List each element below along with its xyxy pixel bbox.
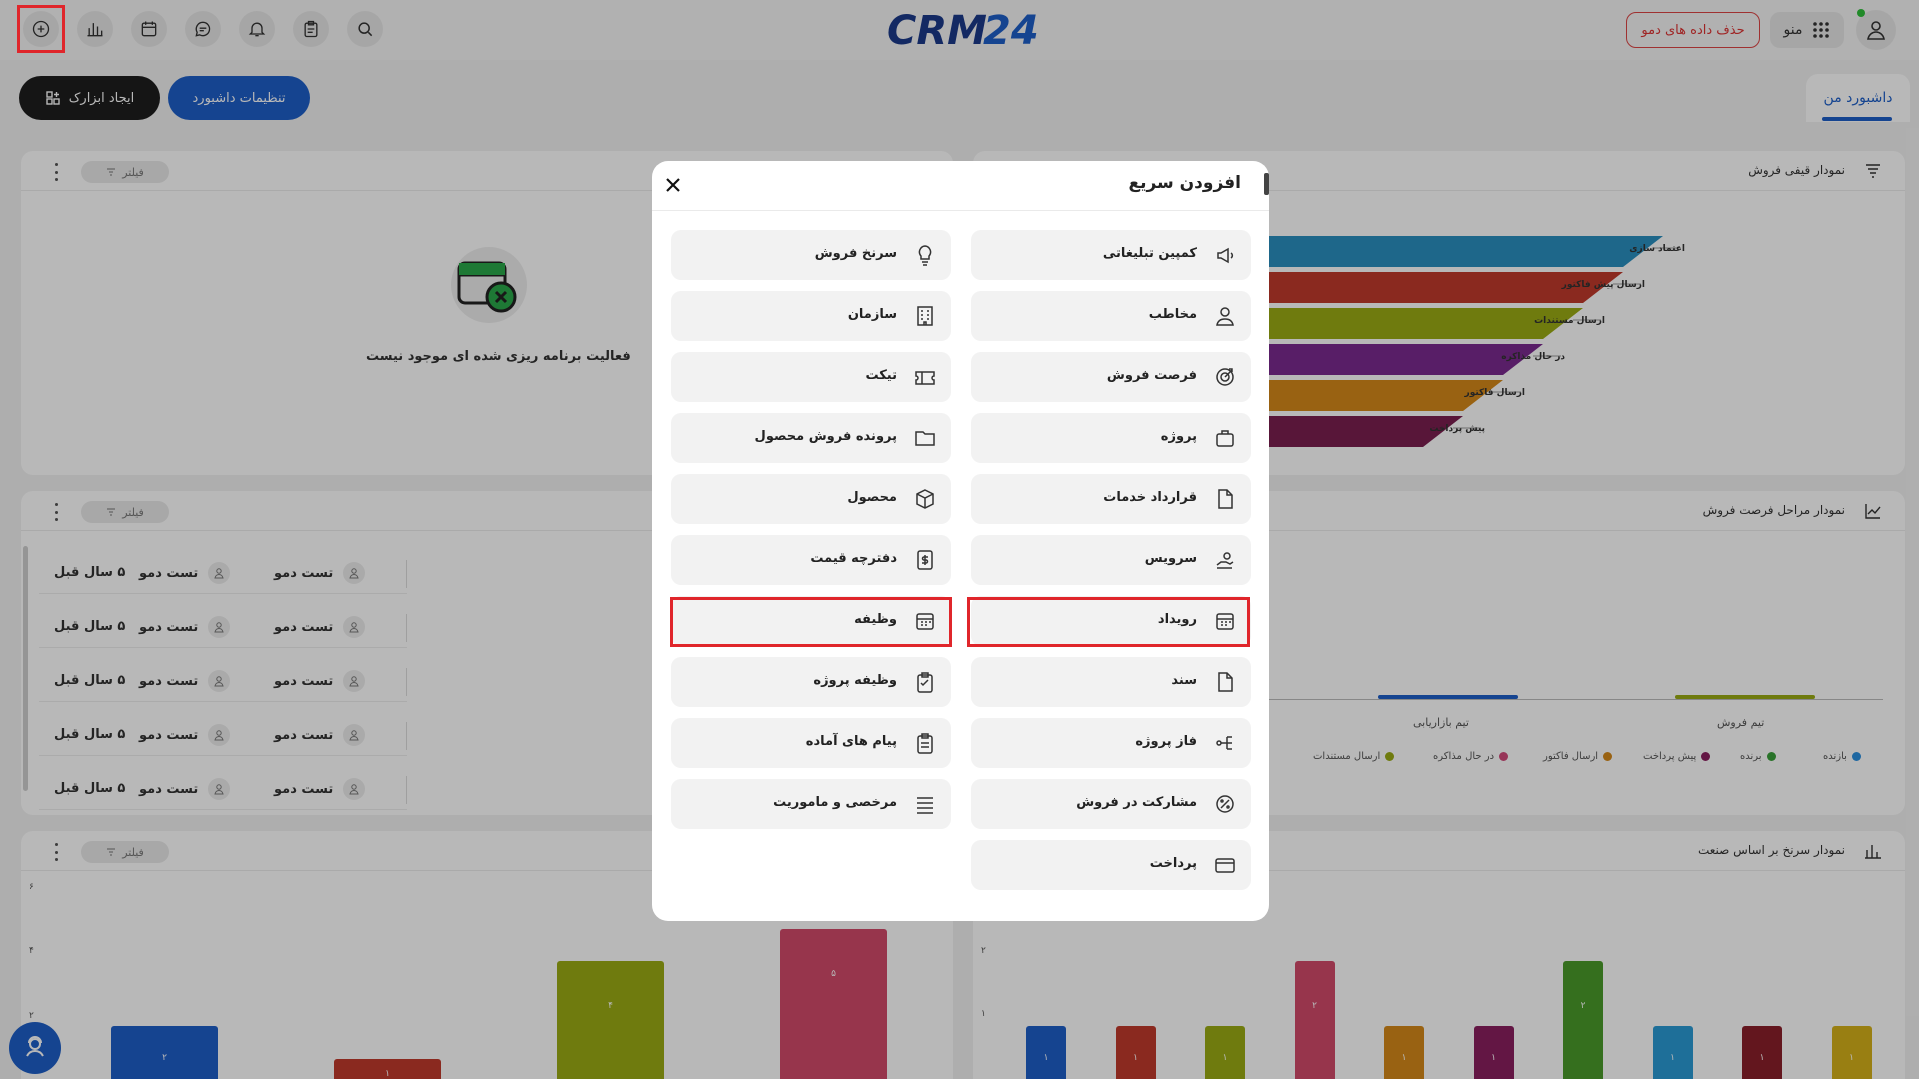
quick-add-label: مشارکت در فروش bbox=[1076, 795, 1197, 810]
quick-add-item[interactable]: کمپین تبلیغاتی bbox=[971, 230, 1251, 280]
quick-add-label: محصول bbox=[847, 490, 897, 505]
quick-add-item[interactable]: سرنخ فروش bbox=[671, 230, 951, 280]
modal-header: افزودن سریع bbox=[652, 161, 1269, 211]
quick-add-label: تیکت bbox=[865, 368, 897, 383]
quick-add-item[interactable]: مخاطب bbox=[971, 291, 1251, 341]
quick-add-label: مخاطب bbox=[1148, 307, 1197, 322]
quick-add-item[interactable]: سند bbox=[971, 657, 1251, 707]
clipboard-icon bbox=[917, 672, 933, 693]
quick-add-label: سرویس bbox=[1144, 551, 1197, 566]
document-icon bbox=[1218, 489, 1233, 509]
close-icon bbox=[666, 178, 680, 192]
highlight-event-item bbox=[967, 597, 1250, 647]
person-icon bbox=[1216, 307, 1234, 326]
quick-add-item[interactable]: تیکت bbox=[671, 352, 951, 402]
percent-icon bbox=[1216, 795, 1234, 813]
quick-add-label: قرارداد خدمات bbox=[1103, 490, 1197, 505]
briefcase-icon bbox=[1216, 430, 1234, 447]
quick-add-item[interactable]: پیام های آماده bbox=[671, 718, 951, 768]
quick-add-label: پرونده فروش محصول bbox=[754, 429, 897, 444]
building-icon bbox=[917, 306, 933, 326]
quick-add-label: سرنخ فروش bbox=[814, 246, 897, 261]
lightbulb-icon bbox=[918, 245, 932, 266]
quick-add-label: فاز پروژه bbox=[1135, 734, 1197, 749]
quick-add-label: مرخصی و ماموریت bbox=[773, 795, 897, 810]
modal-scroll-edge bbox=[1264, 173, 1269, 195]
box-icon bbox=[916, 489, 934, 509]
phase-icon bbox=[1216, 736, 1232, 750]
close-button[interactable] bbox=[660, 172, 686, 198]
quick-add-item[interactable]: قرارداد خدمات bbox=[971, 474, 1251, 524]
highlight-quick-add bbox=[17, 5, 65, 53]
clipboard-list-icon bbox=[917, 733, 933, 754]
quick-add-item[interactable]: دفترچه قیمت bbox=[671, 535, 951, 585]
quick-add-item[interactable]: فاز پروژه bbox=[971, 718, 1251, 768]
credit-card-icon bbox=[1215, 858, 1235, 873]
quick-add-label: سازمان bbox=[847, 307, 897, 322]
quick-add-item[interactable]: پرداخت bbox=[971, 840, 1251, 890]
quick-add-modal: افزودن سریع کمپین تبلیغاتی مخاطب فرصت فروش… bbox=[652, 161, 1269, 921]
ticket-icon bbox=[915, 371, 935, 385]
quick-add-label: پیام های آماده bbox=[805, 734, 897, 749]
quick-add-item[interactable]: محصول bbox=[671, 474, 951, 524]
target-icon bbox=[1216, 368, 1234, 386]
quick-add-item[interactable]: پروژه bbox=[971, 413, 1251, 463]
quick-add-label: کمپین تبلیغاتی bbox=[1102, 246, 1197, 261]
quick-add-label: فرصت فروش bbox=[1106, 368, 1197, 383]
megaphone-icon bbox=[1217, 247, 1234, 264]
quick-add-label: وظیفه پروژه bbox=[813, 673, 897, 688]
file-icon bbox=[1218, 672, 1233, 692]
service-hand-icon bbox=[1216, 552, 1234, 569]
quick-add-item[interactable]: فرصت فروش bbox=[971, 352, 1251, 402]
quick-add-label: دفترچه قیمت bbox=[810, 551, 897, 566]
quick-add-item[interactable]: سازمان bbox=[671, 291, 951, 341]
highlight-task-item bbox=[670, 597, 952, 647]
modal-title: افزودن سریع bbox=[1128, 173, 1241, 193]
quick-add-item[interactable]: وظیفه پروژه bbox=[671, 657, 951, 707]
folder-icon bbox=[915, 431, 935, 446]
quick-add-label: پرداخت bbox=[1149, 856, 1197, 871]
quick-add-item[interactable]: مشارکت در فروش bbox=[971, 779, 1251, 829]
quick-add-label: پروژه bbox=[1160, 429, 1197, 444]
quick-add-item[interactable]: پرونده فروش محصول bbox=[671, 413, 951, 463]
list-icon bbox=[917, 797, 933, 814]
quick-add-item[interactable]: سرویس bbox=[971, 535, 1251, 585]
quick-add-item[interactable]: مرخصی و ماموریت bbox=[671, 779, 951, 829]
price-book-icon bbox=[917, 550, 933, 570]
quick-add-label: سند bbox=[1171, 673, 1197, 688]
